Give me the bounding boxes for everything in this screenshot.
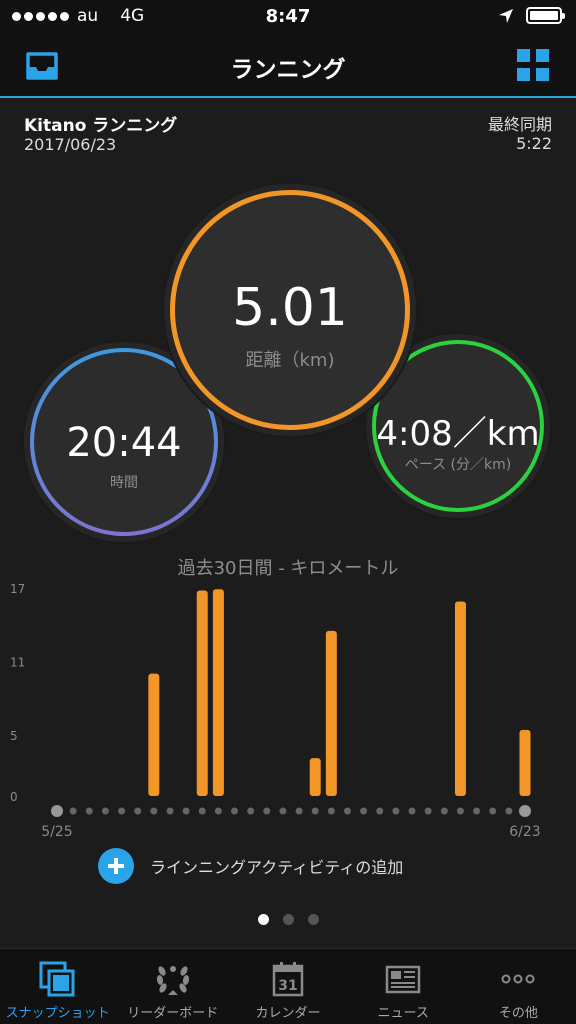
day-dot [51,805,63,817]
location-arrow-icon [499,8,513,23]
tab-calendar[interactable]: 31 カレンダー [230,949,345,1024]
distance-value: 5.01 [232,278,348,338]
chart-bar[interactable] [148,673,160,796]
plus-icon [98,848,134,884]
day-dot [327,807,335,815]
day-dot [198,807,206,815]
day-dot [489,807,497,815]
tab-label: カレンダー [255,1006,321,1021]
chart-bar[interactable] [212,589,224,796]
status-right [498,7,565,24]
tab-bar: スナップショット リーダーボード 31 カレンダー ニュース その他 [0,948,576,1024]
page-dot[interactable] [307,914,319,925]
x-axis-label: 6/23 [509,824,540,840]
y-tick-label: 17 [10,582,25,596]
day-dot [519,805,531,817]
battery-icon [526,7,565,24]
day-dot [392,807,400,815]
day-dot [214,807,222,815]
nav-bar: ランニング [0,34,576,98]
status-time: 8:47 [265,6,311,27]
day-dot [150,807,158,815]
page-indicator [0,914,576,925]
chart-bar[interactable] [519,729,531,796]
laurel-icon [156,966,189,995]
tab-label: スナップショット [5,1006,110,1021]
day-dot [85,807,93,815]
day-dot [182,807,190,815]
time-value: 20:44 [66,420,182,466]
grid-icon[interactable] [516,48,550,82]
chart-bar[interactable] [196,590,208,796]
x-axis-label: 5/25 [41,824,72,840]
y-tick-label: 11 [10,655,25,669]
day-dot [424,807,432,815]
page-title: ランニング [230,57,346,83]
day-dot [263,807,271,815]
day-dot [279,807,287,815]
chart-bar[interactable] [454,601,466,796]
day-dot [456,807,464,815]
calendar-icon-day: 31 [278,978,297,994]
tab-snapshot[interactable]: スナップショット [0,949,115,1024]
add-activity-label: ラインニングアクティビティの追加 [150,858,404,877]
day-dot [408,807,416,815]
y-tick-label: 0 [10,790,18,804]
day-dot [101,807,109,815]
calendar-icon: 31 [272,962,304,997]
y-tick-label: 5 [10,729,18,743]
day-dot [118,807,126,815]
day-dot [473,807,481,815]
day-dot [505,807,513,815]
activity-title: Kitano ランニング [24,116,178,136]
activity-date: 2017/06/23 [24,135,117,154]
distance-label: 距離（km) [245,350,335,371]
pace-label: ペース (分／km) [404,457,512,473]
page-dot[interactable] [257,914,269,925]
tab-label: リーダーボード [127,1006,219,1021]
day-dot [311,807,319,815]
status-bar: au 4G 8:47 [0,0,576,34]
tab-label: ニュース [377,1006,429,1021]
day-dot [343,807,351,815]
snapshot-icon [39,961,75,997]
tab-news[interactable]: ニュース [346,949,461,1024]
more-icon [501,974,535,984]
day-dot [247,807,255,815]
day-dot [166,807,174,815]
tab-leaderboard[interactable]: リーダーボード [115,949,230,1024]
tab-label: その他 [498,1006,538,1021]
sync-label: 最終同期 [487,115,552,134]
sync-time: 5:22 [516,134,552,153]
day-dot [134,807,142,815]
news-icon [385,965,421,994]
day-dot [360,807,368,815]
day-dot [231,807,239,815]
pace-value: 4:08／km [376,414,540,454]
chart-title: 過去30日間 - キロメートル [177,558,399,579]
chart-bar[interactable] [325,630,337,796]
day-dot [376,807,384,815]
distance-bar-chart: 17 11 5 0 5/25 6/23 [10,582,541,840]
day-dot [295,807,303,815]
day-dot [69,807,77,815]
time-label: 時間 [110,475,138,491]
chart-bar[interactable] [309,758,321,796]
tab-more[interactable]: その他 [461,949,576,1024]
page-dot[interactable] [282,914,294,925]
day-dot [440,807,448,815]
distance-stat-circle[interactable]: 5.01 距離（km) [170,190,410,430]
add-activity-button[interactable]: ラインニングアクティビティの追加 [98,848,403,884]
